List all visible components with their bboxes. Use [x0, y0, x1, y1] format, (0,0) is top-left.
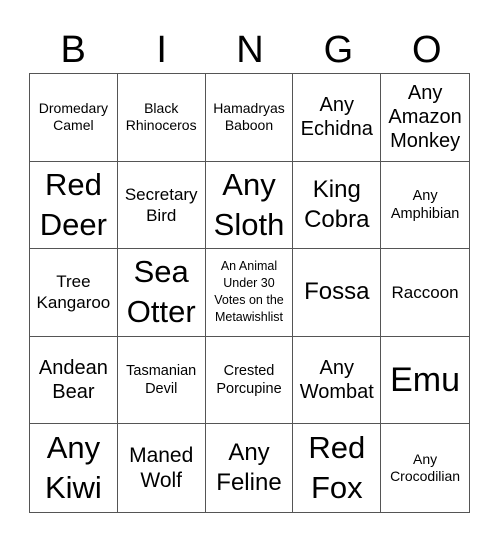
header-letter-i: I — [156, 29, 167, 71]
bingo-cell[interactable]: Fossa — [293, 249, 382, 337]
bingo-cell[interactable]: Secretary Bird — [117, 161, 206, 250]
cell-text: Any Amphibian — [390, 187, 460, 222]
bingo-cell[interactable]: Sea Otter — [117, 249, 206, 337]
bingo-grid: Dromedary Camel Black Rhinoceros Hamadry… — [29, 73, 470, 513]
bingo-cell[interactable]: Any Sloth — [205, 161, 294, 250]
cell-text: Tree Kangaroo — [36, 272, 111, 313]
bingo-cell[interactable]: Any Wombat — [293, 336, 382, 425]
cell-text: Andean Bear — [38, 357, 108, 404]
cell-text: Raccoon — [391, 282, 459, 302]
bingo-cell[interactable]: Andean Bear — [30, 336, 118, 425]
bingo-cell[interactable]: Tasmanian Devil — [117, 336, 206, 425]
bingo-cell[interactable]: Hamadryas Baboon — [205, 74, 294, 162]
bingo-cell[interactable]: Red Deer — [30, 161, 118, 250]
cell-text: Any Crocodilian — [390, 451, 461, 485]
cell-text: Secretary Bird — [124, 184, 198, 225]
bingo-cell[interactable]: Any Amazon Monkey — [381, 74, 469, 162]
bingo-cell[interactable]: Any Crocodilian — [381, 424, 469, 512]
bingo-cell[interactable]: Emu — [381, 337, 469, 425]
cell-text: Red Deer — [39, 166, 107, 242]
cell-text: Tasmanian Devil — [126, 363, 197, 398]
cell-text: An Animal Under 30 Votes on the Metawish… — [214, 259, 284, 325]
cell-text: Any Wombat — [299, 357, 374, 404]
bingo-cell[interactable]: Any Amphibian — [381, 162, 469, 250]
cell-text: Red Fox — [308, 430, 366, 506]
cell-text: King Cobra — [304, 175, 370, 233]
cell-text: Any Amazon Monkey — [388, 82, 462, 153]
cell-text: Fossa — [304, 278, 370, 306]
cell-text: Maned Wolf — [129, 444, 194, 493]
header-letter-o: O — [412, 29, 442, 71]
cell-text: Crested Porcupine — [216, 363, 282, 398]
bingo-cell[interactable]: Any Feline — [206, 424, 294, 512]
cell-text: Any Kiwi — [44, 430, 102, 506]
bingo-cell[interactable]: Any Echidna — [293, 74, 382, 162]
bingo-cell[interactable]: Dromedary Camel — [30, 74, 118, 162]
bingo-header: B I N G O — [29, 26, 471, 74]
bingo-cell[interactable]: Any Kiwi — [30, 424, 118, 512]
bingo-cell[interactable]: Maned Wolf — [118, 424, 206, 512]
cell-text: Sea Otter — [126, 254, 196, 330]
bingo-cell[interactable]: Raccoon — [381, 249, 469, 337]
header-letter-b: B — [60, 29, 86, 71]
cell-text: Any Echidna — [300, 94, 373, 141]
cell-text: Any Sloth — [213, 166, 285, 242]
bingo-cell[interactable]: An Animal Under 30 Votes on the Metawish… — [205, 249, 294, 337]
header-letter-n: N — [236, 29, 264, 71]
bingo-cell[interactable]: Black Rhinoceros — [117, 74, 206, 162]
bingo-cell[interactable]: Tree Kangaroo — [30, 249, 118, 337]
bingo-cell[interactable]: Red Fox — [293, 424, 382, 512]
header-letter-g: G — [323, 29, 354, 71]
cell-text: Hamadryas Baboon — [213, 100, 285, 134]
cell-text: Emu — [390, 361, 461, 400]
cell-text: Any Feline — [216, 439, 282, 497]
cell-text: Black Rhinoceros — [125, 100, 197, 134]
bingo-cell[interactable]: Crested Porcupine — [205, 336, 294, 425]
cell-text: Dromedary Camel — [38, 100, 109, 134]
bingo-cell[interactable]: King Cobra — [293, 161, 382, 250]
